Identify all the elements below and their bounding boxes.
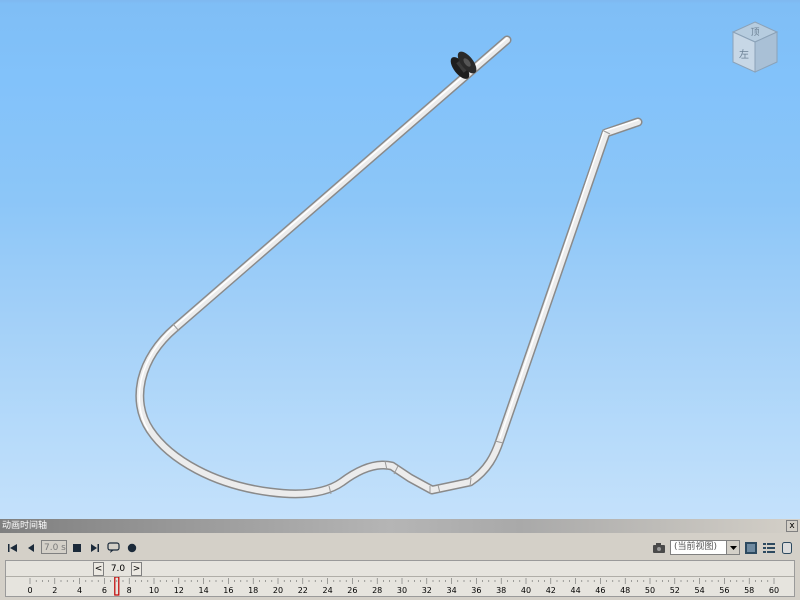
3d-viewport[interactable]: 顶 左 [0,0,800,519]
ruler-tick-label: 44 [571,586,581,595]
viewcube-top-label: 顶 [750,27,759,38]
scrub-current-value: 7.0 [110,564,126,574]
ruler-tick-label: 32 [422,586,432,595]
scrub-prev-button[interactable]: < [93,562,104,576]
time-input[interactable]: 7.0 s [41,540,67,554]
expand-panel-icon [782,542,792,554]
play-reverse-icon [28,544,34,552]
camera-icon [653,543,665,553]
play-forward-icon [91,544,99,552]
view-select-value: (当前视图) [674,542,718,552]
ruler-tick-label: 40 [521,586,531,595]
ruler-tick-label: 26 [347,586,357,595]
chevron-down-icon [726,541,739,554]
ruler-tick-label: 34 [447,586,457,595]
ruler-tick-label: 42 [546,586,556,595]
timeline-settings-icon [745,542,757,554]
timeline-title: 动画时间轴 [2,521,48,531]
ruler-tick-label: 2 [52,586,57,595]
wire-rod-outline [135,35,643,499]
scrub-next-button[interactable]: > [131,562,142,576]
camera-button[interactable] [652,541,666,555]
animation-list-icon [763,543,775,553]
timeline-title-bar[interactable]: 动画时间轴 x [0,519,800,533]
scrubber-header: < 7.0 > [6,561,794,577]
spool-knob[interactable] [447,49,480,82]
stop-icon [73,544,81,552]
ruler-tick-label: 8 [127,586,132,595]
stop-button[interactable] [70,541,84,555]
ruler-tick-label: 0 [27,586,32,595]
skip-to-start-button[interactable] [6,541,20,555]
animation-timeline-panel: 动画时间轴 x 7.0 s (当前视图) < 7.0 > 0 2 4 6 8 1… [0,519,800,600]
ruler-tick-label: 52 [670,586,680,595]
skip-to-start-icon [8,544,17,552]
viewcube-icon[interactable]: 顶 左 [730,20,780,78]
ruler-tick-label: 30 [397,586,407,595]
ruler-tick-label: 14 [199,586,209,595]
ruler-tick-label: 38 [496,586,506,595]
timeline-settings-button[interactable] [744,541,758,555]
ruler-tick-label: 46 [595,586,605,595]
current-time-marker[interactable] [114,577,120,596]
expand-panel-button[interactable] [780,541,794,555]
ruler-tick-label: 48 [620,586,630,595]
time-ruler[interactable]: 0 2 4 6 8 10 12 14 16 18 20 22 24 26 28 30 32 34 36 38 40 42 4… [6,577,794,597]
ruler-tick-label: 10 [149,586,159,595]
ruler-tick-label: 20 [273,586,283,595]
wire-rod-highlight [138,37,639,439]
view-select[interactable]: (当前视图) [670,540,740,555]
ruler-tick-label: 18 [248,586,258,595]
ruler-tick-label: 28 [372,586,382,595]
play-reverse-button[interactable] [24,541,38,555]
timeline-scrubber[interactable]: < 7.0 > 0 2 4 6 8 10 12 14 16 18 20 22 24 26 28 30 32 34 3… [5,560,795,597]
play-forward-button[interactable] [88,541,102,555]
ruler-tick-label: 4 [77,586,82,595]
ruler-tick-label: 22 [298,586,308,595]
animation-list-button[interactable] [762,541,776,555]
ruler-tick-label: 50 [645,586,655,595]
ruler-tick-label: 12 [174,586,184,595]
ruler-tick-label: 56 [719,586,729,595]
close-button[interactable]: x [786,520,798,532]
ruler-tick-label: 6 [102,586,107,595]
ruler-tick-label: 58 [744,586,754,595]
record-icon [127,543,137,553]
wire-model[interactable] [0,0,800,519]
record-button[interactable] [125,541,139,555]
ruler-tick-label: 24 [323,586,333,595]
ruler-tick-label: 60 [769,586,779,595]
ruler-tick-label: 16 [223,586,233,595]
ruler-tick-label: 36 [471,586,481,595]
minimize-player-icon [107,542,120,553]
ruler-tick-label: 54 [695,586,705,595]
viewcube-front-label: 左 [739,48,749,61]
minimize-player-button[interactable] [106,541,122,555]
